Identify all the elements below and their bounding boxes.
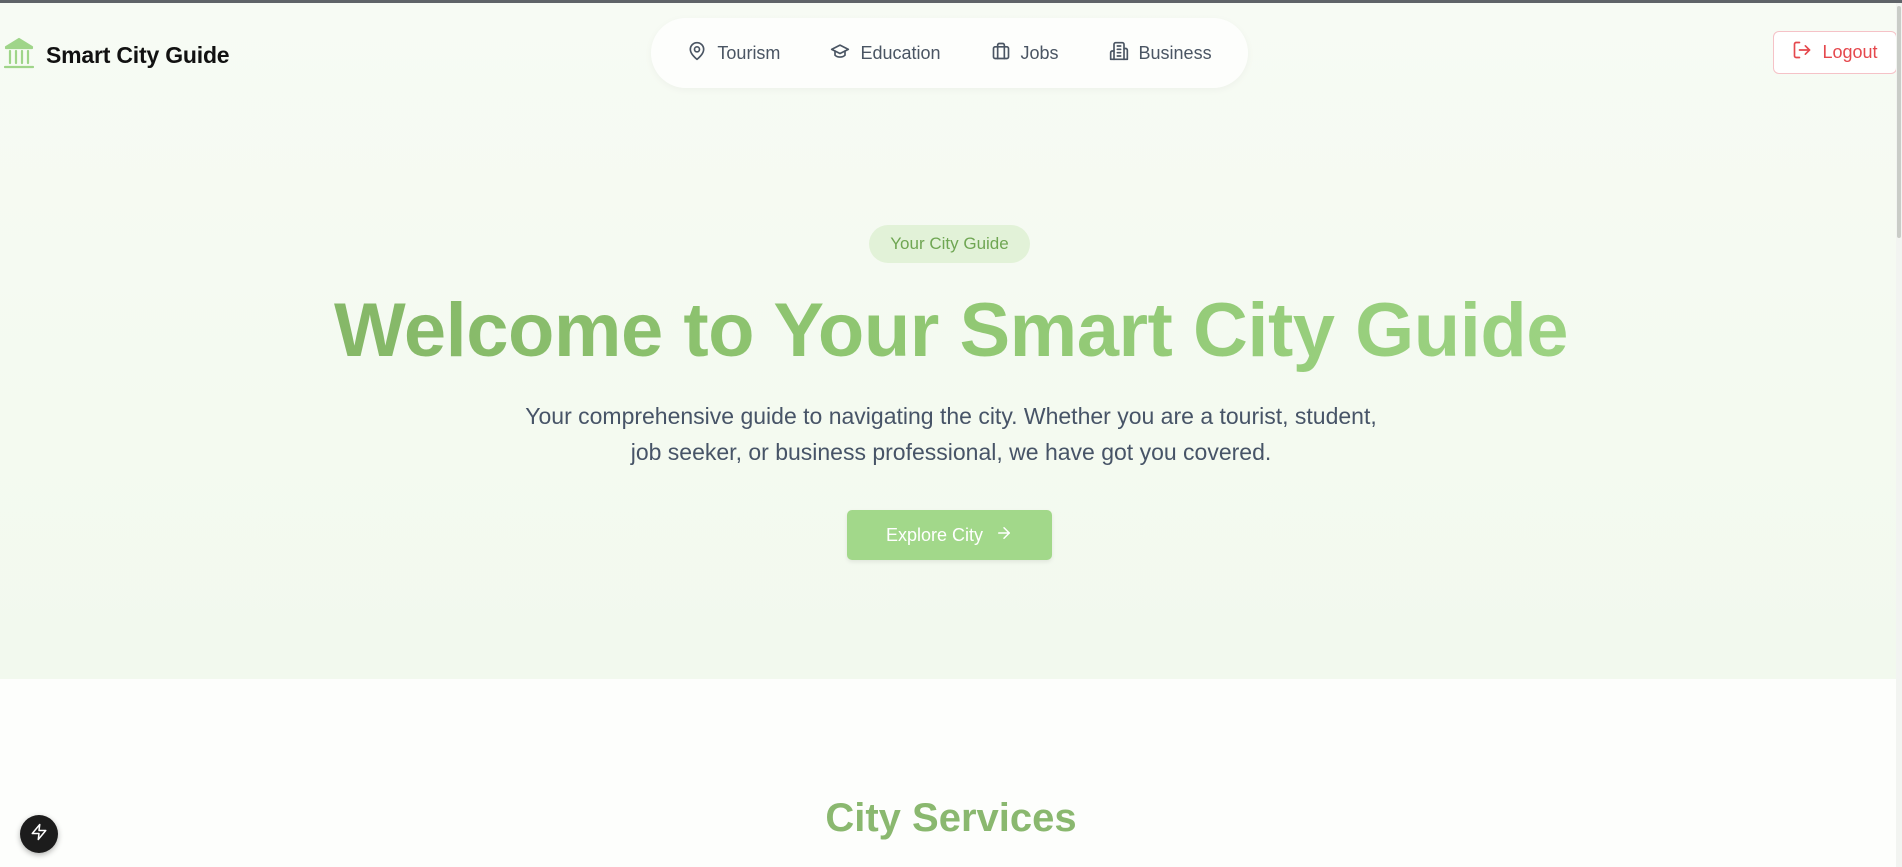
nav-item-label: Jobs: [1020, 42, 1059, 63]
logout-label: Logout: [1822, 42, 1878, 62]
landmark-icon: [3, 36, 35, 75]
scrollbar-thumb[interactable]: [1897, 6, 1901, 238]
services-title: City Services: [825, 796, 1077, 840]
explore-city-button[interactable]: Explore City: [847, 510, 1052, 560]
brand[interactable]: Smart City Guide: [3, 36, 230, 75]
hero-subtitle: Your comprehensive guide to navigating t…: [500, 398, 1402, 470]
brand-title: Smart City Guide: [46, 42, 230, 68]
dev-tools-button[interactable]: [20, 815, 58, 853]
nav-item-education[interactable]: Education: [830, 41, 941, 66]
nav-item-label: Business: [1138, 42, 1212, 63]
hero-headline: Welcome to Your Smart City Guide: [0, 286, 1902, 376]
nav-item-jobs[interactable]: Jobs: [991, 41, 1059, 66]
log-out-icon: [1792, 40, 1812, 65]
nav-item-tourism[interactable]: Tourism: [687, 41, 780, 66]
hero-subtitle-line-2: job seeker, or business professional, we…: [630, 439, 1272, 465]
nav-item-business[interactable]: Business: [1109, 41, 1212, 66]
nav-item-label: Education: [860, 42, 941, 63]
logout-button[interactable]: Logout: [1773, 31, 1897, 74]
hero-subtitle-line-1: Your comprehensive guide to navigating t…: [525, 403, 1377, 429]
main-nav: Tourism Education Jobs Business: [651, 18, 1248, 88]
graduation-cap-icon: [830, 41, 850, 66]
nav-item-label: Tourism: [717, 42, 781, 63]
explore-city-label: Explore City: [885, 524, 984, 545]
hero-badge: Your City Guide: [869, 225, 1030, 263]
map-pin-icon: [687, 41, 707, 66]
page: Smart City Guide Tourism Education Jobs …: [0, 0, 1902, 867]
arrow-right-icon: [995, 524, 1013, 547]
building-icon: [1109, 41, 1129, 66]
briefcase-icon: [991, 41, 1011, 66]
lightning-icon: [30, 823, 48, 846]
